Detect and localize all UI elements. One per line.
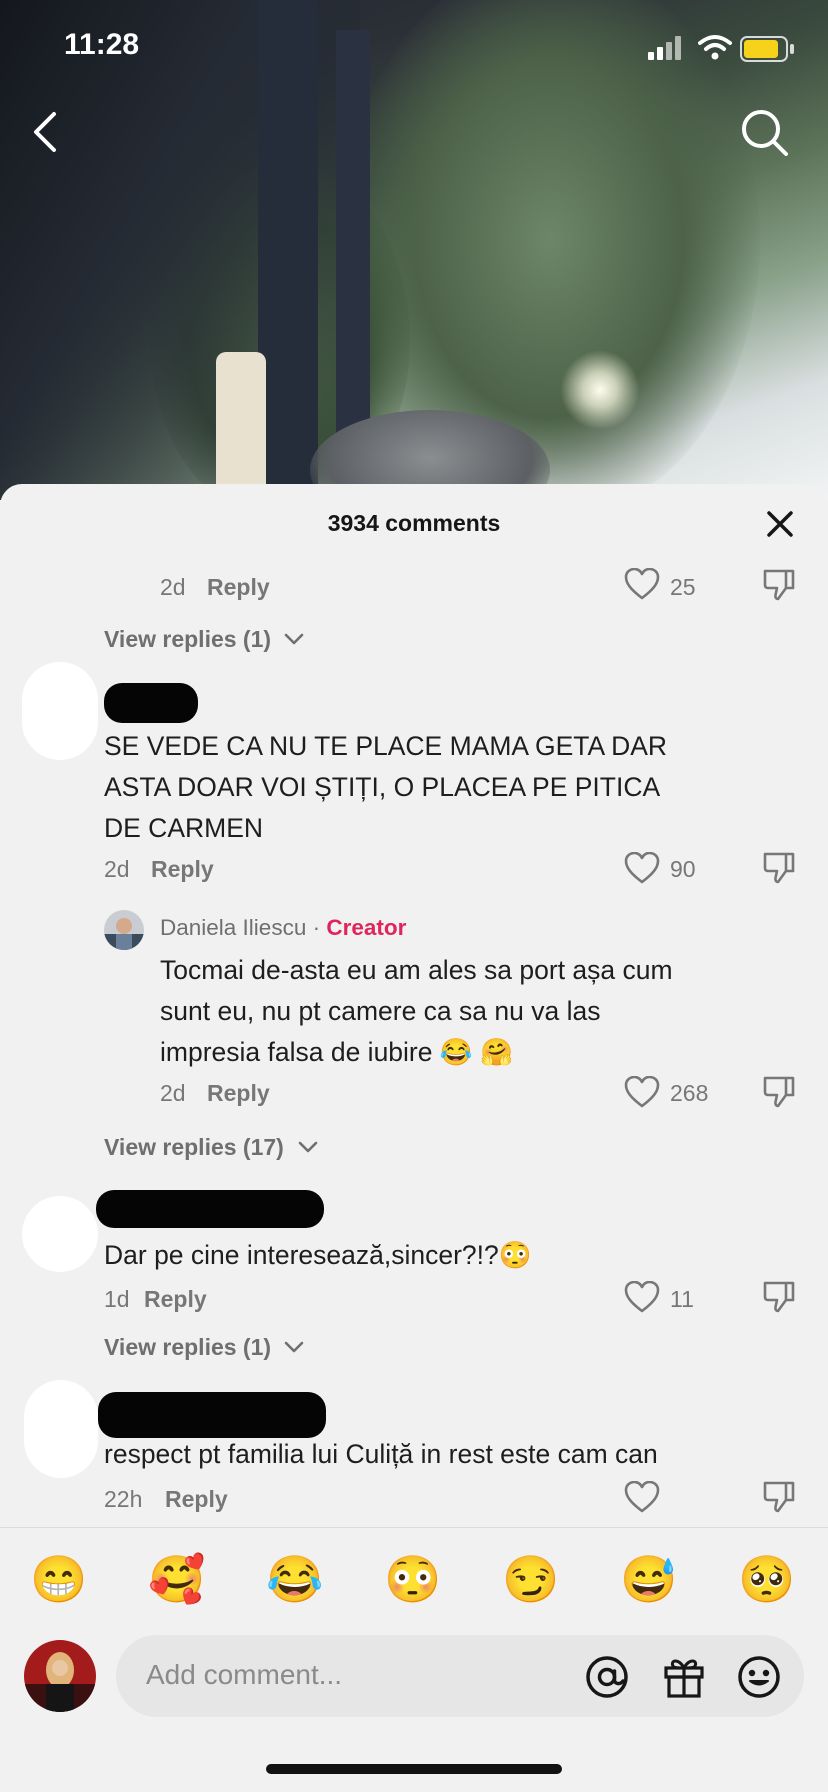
emoji-icon[interactable] xyxy=(736,1654,782,1700)
heart-icon[interactable] xyxy=(624,1281,660,1313)
emoji-laugh-button[interactable]: 😂 xyxy=(266,1551,323,1607)
chevron-down-icon[interactable] xyxy=(284,632,304,646)
wifi-icon xyxy=(698,35,732,60)
emoji-pleading-button[interactable]: 🥺 xyxy=(738,1551,795,1607)
reply-button[interactable]: Reply xyxy=(151,856,214,883)
separator-dot: · xyxy=(312,915,321,940)
like-count: 90 xyxy=(670,856,696,882)
user-avatar[interactable] xyxy=(24,1640,96,1712)
view-replies-button[interactable]: View replies (1) xyxy=(104,1334,271,1361)
like-count: 25 xyxy=(670,574,696,600)
comment-time: 2d xyxy=(104,856,130,882)
signal-icon xyxy=(648,36,681,60)
like-count: 268 xyxy=(670,1080,709,1106)
comment-text-line: impresia falsa de iubire 😂 🤗 xyxy=(160,1037,514,1067)
reply-button[interactable]: Reply xyxy=(207,1080,270,1107)
comment-time: 2d xyxy=(160,1080,186,1106)
home-indicator xyxy=(266,1764,562,1774)
creator-avatar[interactable] xyxy=(104,910,144,950)
redacted-username xyxy=(96,1190,324,1228)
heart-icon[interactable] xyxy=(624,852,660,884)
emoji-flushed-button[interactable]: 😳 xyxy=(384,1551,441,1607)
redacted-username xyxy=(98,1392,326,1438)
chevron-down-icon[interactable] xyxy=(298,1140,318,1154)
reply-button[interactable]: Reply xyxy=(207,574,270,601)
status-time: 11:28 xyxy=(64,28,140,61)
reply-button[interactable]: Reply xyxy=(144,1286,207,1313)
dislike-icon[interactable] xyxy=(762,1480,796,1514)
heart-icon[interactable] xyxy=(624,1481,660,1513)
avatar[interactable] xyxy=(24,1380,98,1478)
emoji-sweat-button[interactable]: 😅 xyxy=(620,1551,677,1607)
comment-input-placeholder[interactable]: Add comment... xyxy=(146,1659,342,1691)
close-icon[interactable] xyxy=(765,509,795,539)
comment-text: Tocmai de-asta eu am ales sa port așa cu… xyxy=(160,950,673,1073)
comments-count-title: 3934 comments xyxy=(327,510,501,536)
comment-author-line: Daniela Iliescu · Creator xyxy=(160,915,406,941)
creator-badge: Creator xyxy=(326,915,407,940)
heart-icon[interactable] xyxy=(624,1076,660,1108)
redacted-username xyxy=(104,683,198,723)
comment-text-line: ASTA DOAR VOI ȘTIȚI, O PLACEA PE PITICA xyxy=(104,772,661,802)
battery-icon xyxy=(740,36,794,62)
view-replies-button[interactable]: View replies (17) xyxy=(104,1134,284,1161)
comment-text-line: sunt eu, nu pt camere ca sa nu va las xyxy=(160,996,601,1026)
reply-button[interactable]: Reply xyxy=(165,1486,228,1513)
comment-time: 1d xyxy=(104,1286,130,1312)
emoji-smirk-button[interactable]: 😏 xyxy=(502,1551,559,1607)
emoji-grin-button[interactable]: 😁 xyxy=(30,1551,87,1607)
comment-author[interactable]: Daniela Iliescu xyxy=(160,915,306,940)
view-replies-button[interactable]: View replies (1) xyxy=(104,626,271,653)
dislike-icon[interactable] xyxy=(762,1075,796,1109)
avatar[interactable] xyxy=(22,1196,98,1272)
comment-time: 2d xyxy=(160,574,186,600)
dislike-icon[interactable] xyxy=(762,568,796,602)
gift-icon[interactable] xyxy=(662,1654,706,1698)
comment-text-line: DE CARMEN xyxy=(104,813,264,843)
comment-text-line: Tocmai de-asta eu am ales sa port așa cu… xyxy=(160,955,673,985)
comment-time: 22h xyxy=(104,1486,143,1512)
chevron-down-icon[interactable] xyxy=(284,1340,304,1354)
comment-text: respect pt familia lui Culiță in rest es… xyxy=(104,1439,658,1469)
comment-text: SE VEDE CA NU TE PLACE MAMA GETA DAR AST… xyxy=(104,726,667,849)
dislike-icon[interactable] xyxy=(762,851,796,885)
comment-text-line: SE VEDE CA NU TE PLACE MAMA GETA DAR xyxy=(104,731,668,761)
comment-text: Dar pe cine interesează,sincer?!?😳 xyxy=(104,1240,532,1270)
like-count: 11 xyxy=(670,1286,694,1312)
video-background xyxy=(0,0,828,500)
heart-icon[interactable] xyxy=(624,568,660,600)
back-arrow-icon[interactable] xyxy=(30,110,60,154)
at-icon[interactable] xyxy=(584,1654,630,1700)
search-icon[interactable] xyxy=(740,108,790,158)
emoji-hearts-button[interactable]: 🥰 xyxy=(148,1551,205,1607)
avatar[interactable] xyxy=(22,662,98,760)
dislike-icon[interactable] xyxy=(762,1280,796,1314)
